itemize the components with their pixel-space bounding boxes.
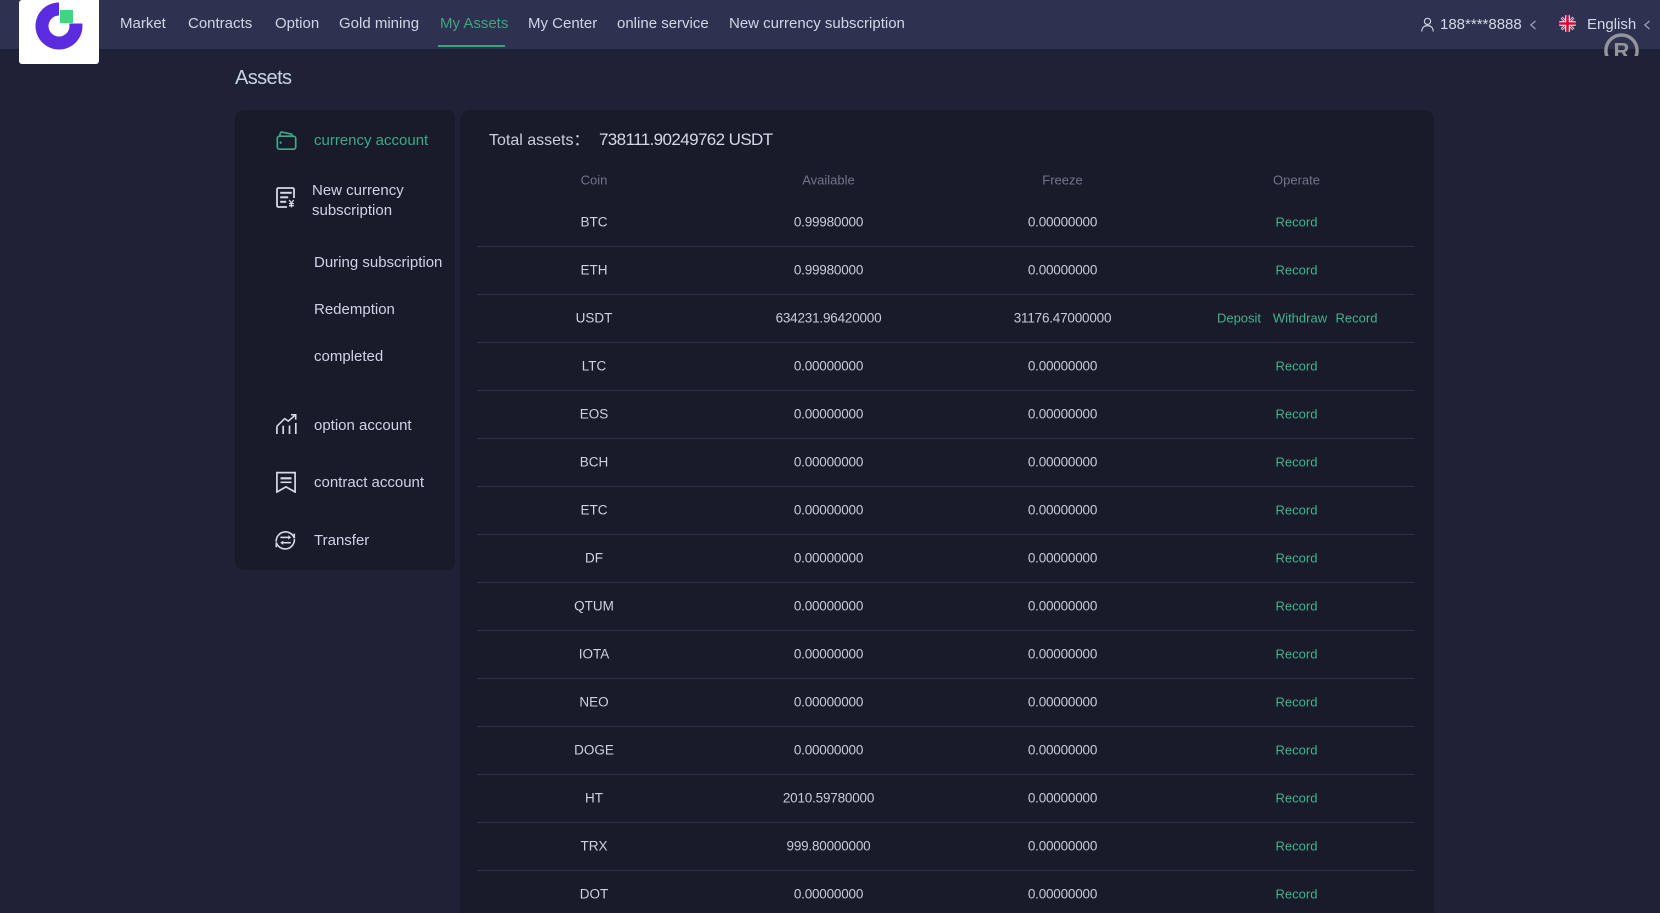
svg-text:R: R	[1614, 39, 1630, 57]
